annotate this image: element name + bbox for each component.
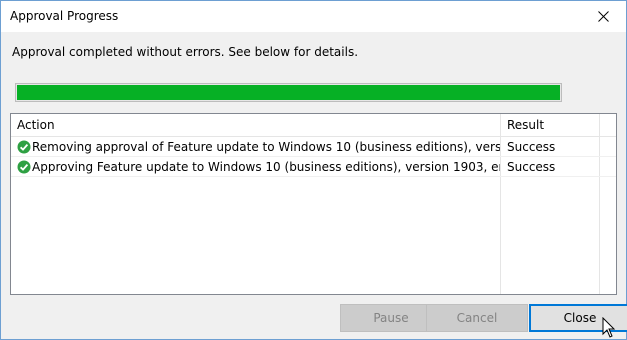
title-bar: Approval Progress <box>1 1 626 32</box>
row-result-text: Success <box>507 160 556 174</box>
window-title: Approval Progress <box>10 9 119 23</box>
mouse-cursor-icon <box>602 317 616 338</box>
list-header: Action Result <box>11 114 616 137</box>
list-row[interactable]: Removing approval of Feature update to W… <box>11 137 616 157</box>
close-icon <box>597 10 609 22</box>
window-close-button[interactable] <box>580 1 626 31</box>
row-action-text: Removing approval of Feature update to W… <box>32 140 500 154</box>
column-header-result[interactable]: Result <box>501 114 601 137</box>
column-header-action[interactable]: Action <box>11 114 501 137</box>
row-action-text: Approving Feature update to Windows 10 (… <box>32 160 500 174</box>
results-list[interactable]: Action Result Removing approval of Featu… <box>10 113 617 295</box>
success-check-icon <box>17 140 31 154</box>
success-check-icon <box>17 160 31 174</box>
cancel-button[interactable]: Cancel <box>426 304 528 332</box>
progress-bar <box>15 83 562 102</box>
progress-bar-fill <box>17 85 560 100</box>
status-message: Approval completed without errors. See b… <box>12 45 359 59</box>
approval-progress-dialog: Approval Progress Approval completed wit… <box>0 0 627 340</box>
row-result-text: Success <box>507 140 556 154</box>
list-row[interactable]: Approving Feature update to Windows 10 (… <box>11 157 616 177</box>
